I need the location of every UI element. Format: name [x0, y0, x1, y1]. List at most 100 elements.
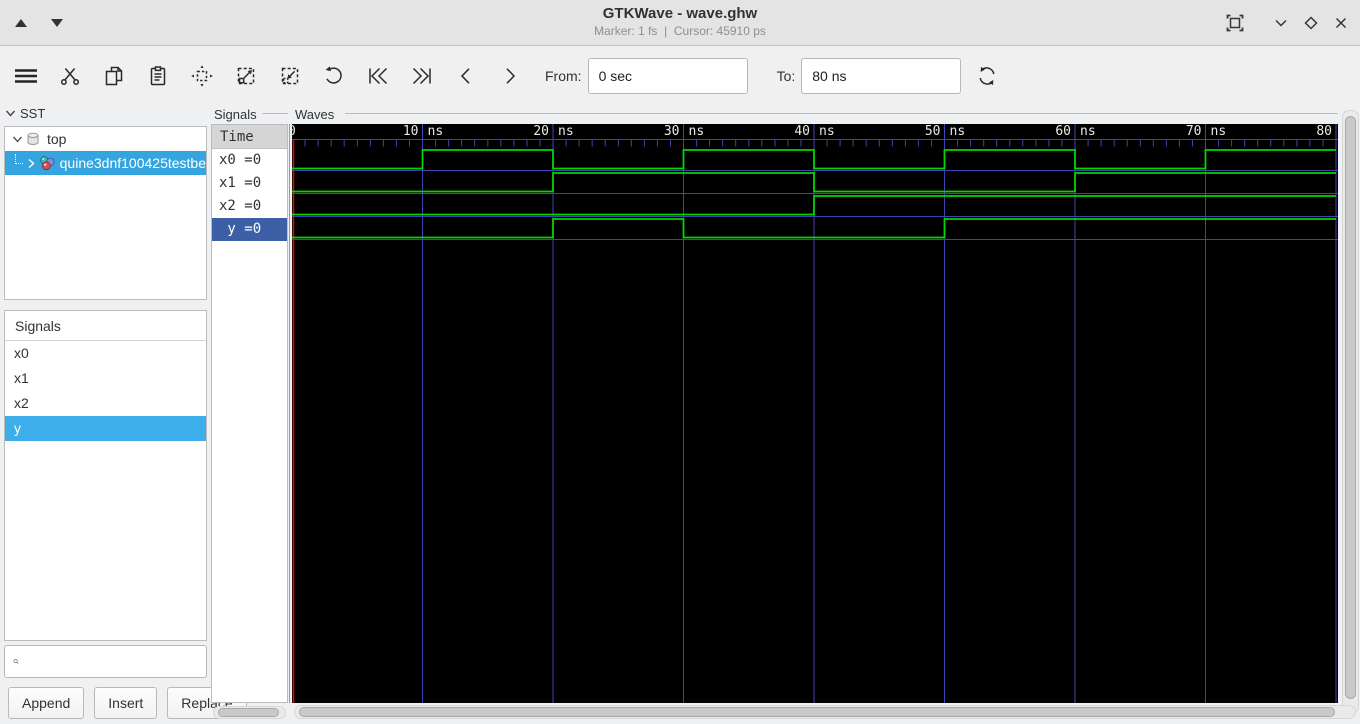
- tree-guide: [15, 154, 23, 164]
- signal-item-x1[interactable]: x1: [5, 366, 206, 391]
- go-last-button[interactable]: [403, 57, 441, 95]
- signal-browser-header: Signals: [5, 311, 206, 341]
- names-hscrollbar-thumb[interactable]: [218, 708, 279, 717]
- timeline-tick-10: 10: [402, 124, 419, 139]
- module-icon: [38, 155, 56, 171]
- diamond-icon: [1304, 16, 1318, 30]
- to-label: To:: [776, 67, 796, 84]
- trace-x1: [292, 172, 1336, 193]
- go-next-button[interactable]: [491, 57, 529, 95]
- waveform-plot: [292, 124, 1338, 703]
- expander-right-icon[interactable]: [25, 155, 38, 171]
- cut-button[interactable]: [51, 57, 89, 95]
- maximize-button[interactable]: [1298, 10, 1324, 36]
- marker-cursor-status: Marker: 1 fs | Cursor: 45910 ps: [594, 24, 766, 38]
- timeline-tick-80: 80: [1316, 124, 1332, 139]
- paste-icon: [146, 64, 170, 88]
- timeline-tick-70: 70: [1185, 124, 1202, 139]
- trace-x2: [292, 195, 1336, 216]
- paste-button[interactable]: [139, 57, 177, 95]
- go-next-icon: [498, 64, 522, 88]
- panel-divider[interactable]: [289, 124, 290, 703]
- minimize-button[interactable]: [1268, 10, 1294, 36]
- timeline-tick-20: 20: [533, 124, 549, 139]
- signal-item-y[interactable]: y: [5, 416, 206, 441]
- timeline-unit: ns: [558, 124, 574, 139]
- tree-item-quine3dnf100425testbe[interactable]: quine3dnf100425testbe: [5, 151, 206, 175]
- signal-item-x0[interactable]: x0: [5, 341, 206, 366]
- waves-hscrollbar-thumb[interactable]: [299, 707, 1335, 717]
- copy-button[interactable]: [95, 57, 133, 95]
- append-button[interactable]: Append: [8, 687, 85, 719]
- reload-button[interactable]: [968, 57, 1006, 95]
- menu-button[interactable]: [7, 57, 45, 95]
- timeline-unit: ns: [427, 124, 444, 139]
- chevron-down-icon: [1275, 19, 1287, 27]
- search-input[interactable]: [25, 653, 206, 670]
- go-last-icon: [410, 64, 434, 88]
- window-title: GTKWave - wave.ghw: [602, 5, 758, 22]
- zoom-out-icon: [278, 64, 302, 88]
- time-header[interactable]: Time: [212, 125, 287, 149]
- go-prev-button[interactable]: [447, 57, 485, 95]
- close-button[interactable]: [1328, 10, 1354, 36]
- names-panel-label: Signals: [214, 107, 257, 122]
- reload-icon: [974, 63, 1000, 89]
- waves-hscrollbar[interactable]: [294, 705, 1356, 719]
- from-label: From:: [545, 67, 582, 84]
- trace-x0: [292, 149, 1336, 170]
- waves-vscrollbar-thumb[interactable]: [1345, 116, 1356, 699]
- timeline-tick-60: 60: [1055, 124, 1071, 139]
- timeline-tick-30: 30: [663, 124, 680, 139]
- zoom-out-button[interactable]: [271, 57, 309, 95]
- wave-name-column: Time x0 =0 x1 =0 x2 =0 y =0: [211, 124, 288, 703]
- wave-row-y[interactable]: y =0: [212, 218, 287, 241]
- wave-row-x1[interactable]: x1 =0: [212, 172, 287, 195]
- wave-row-x2[interactable]: x2 =0: [212, 195, 287, 218]
- waves-frame-line: [345, 113, 1338, 114]
- timeline-unit: ns: [1210, 124, 1227, 139]
- sst-label: SST: [20, 106, 46, 121]
- zoom-in-icon: [234, 64, 258, 88]
- signal-search[interactable]: [4, 645, 207, 678]
- waves-vscrollbar[interactable]: [1342, 110, 1359, 714]
- go-first-icon: [366, 64, 390, 88]
- signal-browser: Signals x0 x1 x2 y: [4, 310, 207, 641]
- timeline-unit: ns: [819, 124, 835, 139]
- names-hscrollbar[interactable]: [213, 706, 286, 719]
- fit-window-icon: [1226, 14, 1244, 32]
- zoom-fit-button[interactable]: [183, 57, 221, 95]
- undo-icon: [322, 64, 346, 88]
- wave-canvas[interactable]: 010ns20ns30ns40ns50ns60ns70ns80ns: [292, 124, 1338, 703]
- go-prev-icon: [454, 64, 478, 88]
- timeline-unit: ns: [949, 124, 966, 139]
- zoom-fit-icon: [190, 64, 214, 88]
- names-frame-line: [262, 113, 288, 114]
- fit-window-button[interactable]: [1222, 10, 1248, 36]
- undo-button[interactable]: [315, 57, 353, 95]
- tree-item-top[interactable]: top: [5, 127, 206, 151]
- tree-item-label: quine3dnf100425testbe: [59, 155, 206, 171]
- sst-tree: top quine3dnf100425testbe: [4, 126, 207, 300]
- timeline-tick-50: 50: [924, 124, 941, 139]
- insert-button[interactable]: Insert: [94, 687, 158, 719]
- menu-icon: [12, 64, 40, 88]
- timeline-unit: ns: [1080, 124, 1096, 139]
- waves-panel-label: Waves: [295, 107, 335, 122]
- timeline-unit: ns: [688, 124, 705, 139]
- to-time-input[interactable]: [801, 57, 962, 94]
- expander-down-icon[interactable]: [9, 131, 25, 147]
- timeline-tick-40: 40: [794, 124, 810, 139]
- wave-row-x0[interactable]: x0 =0: [212, 149, 287, 172]
- timeline-tick-0: 0: [292, 124, 296, 139]
- cylinder-icon: [25, 131, 43, 147]
- from-time-input[interactable]: [587, 57, 748, 94]
- tree-item-label: top: [47, 131, 67, 147]
- copy-icon: [102, 64, 126, 88]
- go-first-button[interactable]: [359, 57, 397, 95]
- signal-item-x2[interactable]: x2: [5, 391, 206, 416]
- zoom-in-button[interactable]: [227, 57, 265, 95]
- sst-frame-header[interactable]: SST: [4, 106, 45, 121]
- cut-icon: [58, 64, 82, 88]
- expander-down-icon: [5, 110, 16, 117]
